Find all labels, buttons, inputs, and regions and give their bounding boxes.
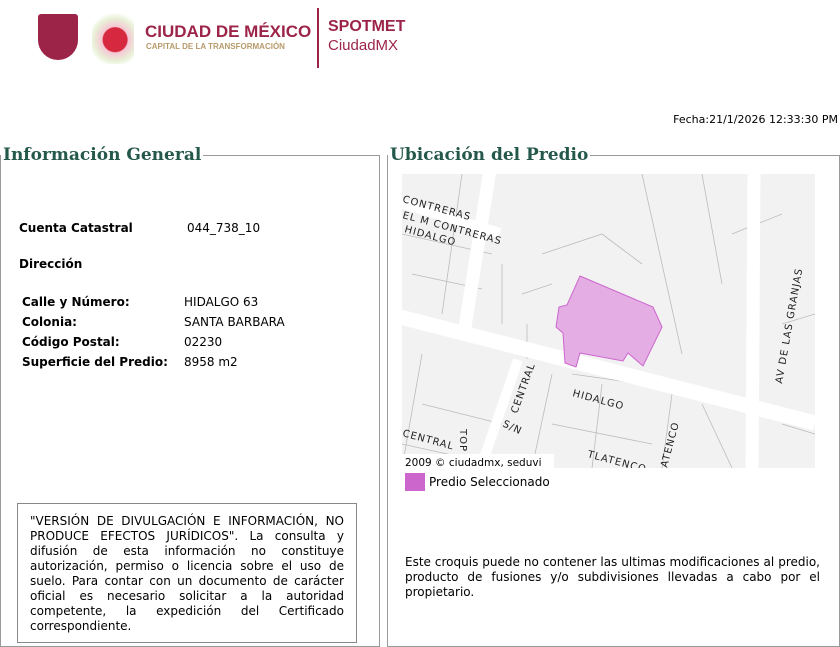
date-stamp: Fecha:21/1/2026 12:33:30 PM: [673, 113, 838, 126]
field-label: Superficie del Predio:: [22, 355, 168, 369]
cuenta-value: 044_738_10: [187, 221, 261, 235]
disclaimer-box: "VERSIÓN DE DIVULGACIÓN E INFORMACIÓN, N…: [17, 503, 357, 643]
legend-label: Predio Seleccionado: [429, 475, 550, 489]
selected-parcel: [555, 275, 663, 368]
map-copyright: 2009 © ciudadmx, seduvi: [405, 457, 542, 468]
general-info-title: Información General: [3, 145, 202, 165]
map-label: CENTRAL: [402, 428, 455, 452]
app-title: SPOTMET: [328, 18, 406, 35]
cuenta-label: Cuenta Catastral: [19, 221, 133, 235]
location-title: Ubicación del Predio: [390, 145, 589, 165]
location-map[interactable]: CONTRERAS EL M CONTRERAS HIDALGO HIDALGO…: [402, 174, 815, 468]
map-label: AV DE LAS GRANJAS: [774, 267, 805, 384]
field-value: 8958 m2: [184, 355, 238, 369]
map-note: Este croquis puede no contener las ultim…: [405, 555, 820, 599]
legend-swatch: [405, 473, 425, 491]
map-label: ATENCO: [659, 421, 682, 468]
field-value: 02230: [184, 335, 223, 349]
logo-subtitle: CAPITAL DE LA TRANSFORMACIÓN: [146, 42, 285, 51]
field-value: SANTA BARBARA: [184, 315, 285, 329]
direccion-label: Dirección: [19, 257, 83, 271]
map-label: TLATENCO: [585, 449, 647, 468]
field-label: Código Postal:: [22, 335, 120, 349]
logo-divider: [317, 8, 319, 68]
field-value: HIDALGO 63: [184, 295, 259, 309]
app-subtitle: CiudadMX: [328, 37, 399, 54]
map-label: TOP: [457, 428, 468, 452]
field-label: Calle y Número:: [22, 295, 130, 309]
logo-title: CIUDAD DE MÉXICO: [145, 22, 312, 41]
map-label: HIDALGO: [571, 388, 625, 412]
field-label: Colonia:: [22, 315, 77, 329]
cdmx-heart-logo: [92, 10, 134, 64]
cdmx-shield-logo: [38, 14, 78, 60]
map-label: S/N: [501, 419, 524, 438]
